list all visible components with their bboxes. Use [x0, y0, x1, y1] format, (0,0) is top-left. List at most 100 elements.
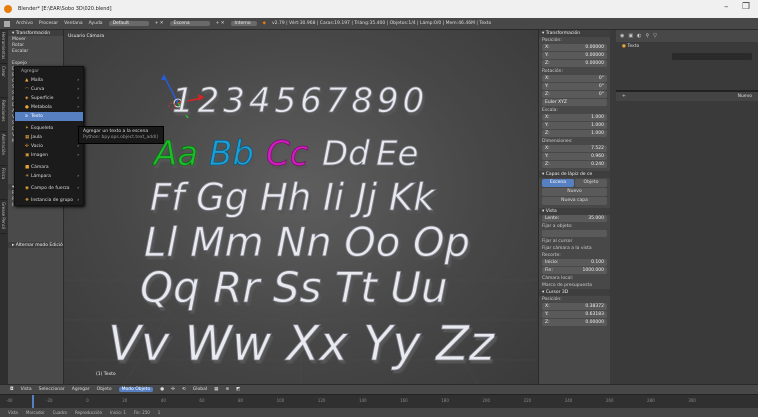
text-numbers[interactable]: 1234567890 — [172, 81, 428, 122]
timeline[interactable]: -40 -20 0 20 40 60 80 100 120 140 160 18… — [0, 394, 758, 417]
render-border-checkbox[interactable]: Marco de presupuesta — [539, 282, 610, 289]
lens-field[interactable]: Lente: 35.000 — [542, 215, 607, 222]
scene-field[interactable]: Escena — [169, 21, 210, 26]
timeline-ruler[interactable]: -40 -20 0 20 40 60 80 100 120 140 160 18… — [6, 398, 696, 404]
layer-new-label[interactable]: Nuevo — [738, 94, 752, 99]
menu-item-jaula[interactable]: ▦ Jaula — [15, 133, 83, 142]
location-y-field[interactable]: Y: 0.00000 — [542, 52, 607, 59]
menu-ventana[interactable]: Ventana — [64, 21, 82, 26]
manipulator-icon[interactable]: ⟲ — [182, 387, 186, 392]
tab-relaciones[interactable]: Relaciones — [0, 98, 7, 132]
menu-item-esqueleto[interactable]: ✶ Esqueleto — [15, 124, 83, 133]
new-layer-button[interactable]: Nueva capa — [542, 197, 607, 205]
menu-ayuda[interactable]: Ayuda — [89, 21, 103, 26]
end-frame-field[interactable]: Fin: 250 — [134, 410, 150, 415]
grease-pencil-header[interactable]: ▾ Capas de lápiz de ce — [539, 171, 610, 178]
tab-crear[interactable]: Crear — [0, 64, 7, 98]
orientation-select[interactable]: Global — [193, 387, 207, 392]
cursor-x-field[interactable]: X: 0.38372 — [542, 303, 607, 310]
grease-scene-button[interactable]: Escena — [542, 179, 574, 187]
menu-item-metabola[interactable]: ● Metabola › — [15, 103, 83, 112]
menu-seleccionar[interactable]: Seleccionar — [39, 387, 65, 392]
render-engine-field[interactable]: Interno — [230, 21, 257, 26]
rotation-x-field[interactable]: X: 0° — [542, 75, 607, 82]
menu-vista[interactable]: Vista — [21, 387, 32, 392]
editor-type-icon[interactable] — [4, 20, 10, 27]
tab-fisica[interactable]: Física — [0, 166, 7, 200]
camera-icon[interactable]: ▣ — [628, 33, 633, 39]
layers-grid-icon[interactable]: ▦ — [214, 387, 218, 392]
menu-item-curva[interactable]: ◠ Curva › — [15, 85, 83, 94]
text-row-vv-zz[interactable]: Vv Ww Xx Yy Zz — [108, 316, 497, 373]
menu-procesar[interactable]: Procesar — [39, 21, 58, 26]
rotation-z-field[interactable]: Z: 0° — [542, 91, 607, 98]
location-z-field[interactable]: Z: 0.00000 — [542, 60, 607, 67]
menu-item-superficie[interactable]: ◈ Superficie › — [15, 94, 83, 103]
render-view-icon[interactable]: ◩ — [236, 387, 240, 392]
3d-viewport[interactable]: Usuario Cámara 1234567890 Aa Bb Cc Dd Ee… — [64, 30, 538, 384]
shading-icon[interactable]: ● — [160, 387, 164, 392]
cursor-3d-header[interactable]: ▾ Cursor 3D — [539, 289, 610, 296]
render-icon[interactable]: ◐ — [637, 33, 641, 39]
lock-cursor-checkbox[interactable]: Fijar al cursor — [539, 238, 610, 245]
view-header[interactable]: ▾ Vista — [539, 208, 610, 215]
text-row-qq-uu[interactable]: Qq Rr Ss Tt Uu — [140, 263, 448, 313]
mode-select[interactable]: Modo Objeto — [118, 387, 154, 392]
grease-object-button[interactable]: Objeto — [575, 179, 607, 187]
dimensions-z-field[interactable]: Z: 0.240 — [542, 161, 607, 168]
tab-herramientas[interactable]: Herramientas — [0, 30, 7, 64]
lock-object-field[interactable] — [542, 230, 607, 237]
current-frame-field[interactable]: 1 — [158, 410, 161, 415]
filter-icon[interactable]: ⚲ — [645, 33, 649, 39]
menu-item-lampara[interactable]: ☀ Lámpara › — [15, 172, 83, 181]
cursor-z-field[interactable]: Z: 0.00000 — [542, 319, 607, 326]
menu-item-camara[interactable]: ■ Cámara — [15, 163, 83, 172]
restore-button[interactable]: ❐ — [742, 2, 750, 12]
text-cc[interactable]: Cc — [266, 134, 310, 175]
dimensions-x-field[interactable]: X: 7.522 — [542, 145, 607, 152]
layer-row[interactable]: + Nuevo — [616, 92, 758, 101]
timeline-menu-vista[interactable]: Vista — [8, 410, 18, 415]
menu-agregar[interactable]: Agregar — [72, 387, 90, 392]
menu-item-vacio[interactable]: ✣ Vacío › — [15, 142, 83, 151]
dimensions-y-field[interactable]: Y: 0.960 — [542, 153, 607, 160]
eye-icon[interactable]: ◉ — [620, 33, 624, 39]
timeline-menu-cuadro[interactable]: Cuadro — [53, 410, 67, 415]
funnel-icon[interactable]: ▽ — [653, 33, 657, 39]
viewport-scene[interactable]: 1234567890 Aa Bb Cc Dd Ee Ff Gg Hh Ii Jj… — [64, 30, 538, 384]
menu-item-texto[interactable]: a Texto — [15, 112, 83, 121]
tab-grease-pencil[interactable]: Grease Pencil — [0, 200, 7, 234]
tab-animacion[interactable]: Animación — [0, 132, 7, 166]
rotation-mode-select[interactable]: Euler XYZ — [542, 99, 607, 106]
menu-objeto[interactable]: Objeto — [97, 387, 112, 392]
cursor-y-field[interactable]: Y: 0.63183 — [542, 311, 607, 318]
grease-new-button[interactable]: Nuevo — [542, 188, 607, 196]
text-dd[interactable]: Dd — [322, 134, 371, 175]
screen-layout-field[interactable]: Default — [108, 21, 149, 26]
pivot-icon[interactable]: ✣ — [171, 387, 175, 392]
add-layer-icon[interactable]: + — [622, 94, 626, 99]
add-scene-icon[interactable]: + ✕ — [216, 21, 225, 26]
viewport-editor-icon[interactable]: ◘ — [10, 387, 14, 392]
transform-header[interactable]: ▾ Transformación — [539, 30, 610, 37]
text-bb[interactable]: Bb — [209, 134, 255, 175]
scale-z-field[interactable]: Z: 1.000 — [542, 130, 607, 137]
timeline-menu-marcador[interactable]: Marcador — [26, 410, 45, 415]
outliner-search-input[interactable] — [672, 53, 752, 60]
scale-y-field[interactable]: Y: 1.000 — [542, 122, 607, 129]
menu-item-imagen[interactable]: ▣ Imagen › — [15, 151, 83, 160]
snap-icon[interactable]: ⊕ — [225, 387, 229, 392]
start-frame-field[interactable]: Inicio: 1 — [110, 410, 126, 415]
clip-start-field[interactable]: Inicio: 0.100 — [542, 259, 607, 266]
clip-end-field[interactable]: Fin: 1000.000 — [542, 267, 607, 274]
text-ee[interactable]: Ee — [376, 134, 419, 175]
menu-archivo[interactable]: Archivo — [16, 21, 33, 26]
outliner-item-texto[interactable]: ● Texto — [616, 42, 758, 51]
text-row-ff-kk[interactable]: Ff Gg Hh Ii Jj Kk — [150, 176, 437, 220]
lock-camera-checkbox[interactable]: Fijar cámara a la vista — [539, 245, 610, 252]
rotation-y-field[interactable]: Y: 0° — [542, 83, 607, 90]
timeline-menu-reproduccion[interactable]: Reproducción — [75, 410, 102, 415]
location-x-field[interactable]: X: 0.00000 — [542, 44, 607, 51]
scale-x-field[interactable]: X: 1.000 — [542, 114, 607, 121]
edit-mode-panel-header[interactable]: ▸ Alternar modo Edición — [8, 242, 63, 248]
